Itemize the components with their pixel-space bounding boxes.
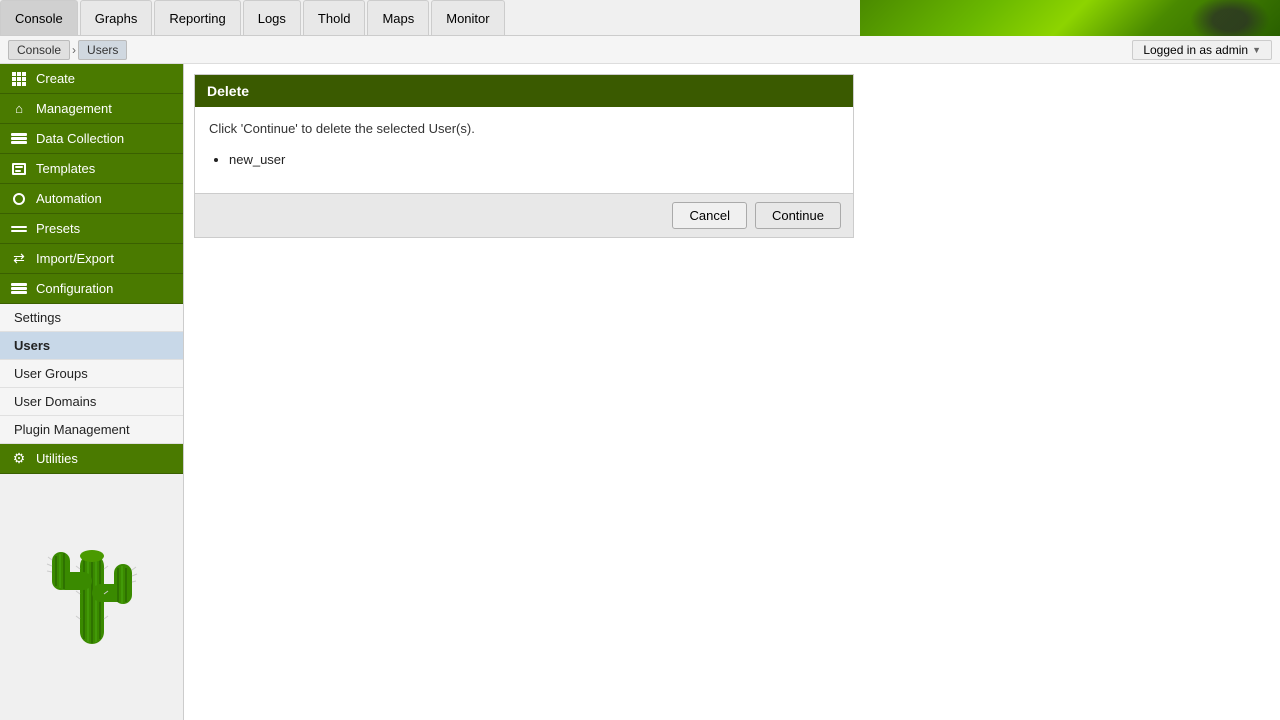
sidebar-item-user-groups[interactable]: User Groups [0, 360, 183, 388]
tab-reporting[interactable]: Reporting [154, 0, 240, 35]
sidebar-section-templates-label: Templates [36, 161, 95, 176]
tab-console[interactable]: Console [0, 0, 78, 35]
delete-header: Delete [195, 75, 853, 107]
delete-footer: Cancel Continue [195, 193, 853, 237]
template-icon [10, 162, 28, 176]
continue-button[interactable]: Continue [755, 202, 841, 229]
tab-thold[interactable]: Thold [303, 0, 366, 35]
main-layout: Create ⌂ Management Data Collection [0, 64, 1280, 720]
circle-icon [10, 192, 28, 206]
sidebar-section-configuration-label: Configuration [36, 281, 113, 296]
top-navigation: Console Graphs Reporting Logs Thold Maps… [0, 0, 1280, 36]
grid-icon [10, 72, 28, 86]
sidebar-section-automation-label: Automation [36, 191, 102, 206]
sidebar-item-plugin-management[interactable]: Plugin Management [0, 416, 183, 444]
tab-maps[interactable]: Maps [367, 0, 429, 35]
sidebar-section-utilities[interactable]: ⚙ Utilities [0, 444, 183, 474]
delete-user-item: new_user [229, 150, 839, 169]
logo-area [860, 0, 1280, 36]
sidebar-section-import-export-label: Import/Export [36, 251, 114, 266]
delete-users-list: new_user [229, 150, 839, 169]
sidebar-section-management[interactable]: ⌂ Management [0, 94, 183, 124]
breadcrumb-console[interactable]: Console [8, 40, 70, 60]
sidebar-section-automation[interactable]: Automation [0, 184, 183, 214]
content-area: Delete Click 'Continue' to delete the se… [184, 64, 1280, 720]
sidebar-item-user-domains[interactable]: User Domains [0, 388, 183, 416]
sidebar-item-users[interactable]: Users [0, 332, 183, 360]
sidebar: Create ⌂ Management Data Collection [0, 64, 184, 720]
sidebar-section-import-export[interactable]: ⇄ Import/Export [0, 244, 183, 274]
layers-icon [10, 132, 28, 146]
tab-monitor[interactable]: Monitor [431, 0, 504, 35]
sidebar-section-templates[interactable]: Templates [0, 154, 183, 184]
tab-logs[interactable]: Logs [243, 0, 301, 35]
nav-tabs: Console Graphs Reporting Logs Thold Maps… [0, 0, 507, 35]
breadcrumb-bar: Console › Users Logged in as admin [0, 36, 1280, 64]
cactus-svg [32, 494, 152, 654]
sidebar-section-management-label: Management [36, 101, 112, 116]
breadcrumb-users[interactable]: Users [78, 40, 127, 60]
logged-in-badge[interactable]: Logged in as admin [1132, 40, 1272, 60]
presets-icon [10, 222, 28, 236]
delete-panel: Delete Click 'Continue' to delete the se… [194, 74, 854, 238]
tab-graphs[interactable]: Graphs [80, 0, 153, 35]
sidebar-section-presets-label: Presets [36, 221, 80, 236]
home-icon: ⌂ [10, 102, 28, 116]
sidebar-section-data-collection[interactable]: Data Collection [0, 124, 183, 154]
sidebar-section-data-collection-label: Data Collection [36, 131, 124, 146]
config-lines-icon [10, 282, 28, 296]
delete-message: Click 'Continue' to delete the selected … [209, 121, 839, 136]
sidebar-section-create-label: Create [36, 71, 75, 86]
arrows-icon: ⇄ [10, 252, 28, 266]
sidebar-section-utilities-label: Utilities [36, 451, 78, 466]
sidebar-section-configuration[interactable]: Configuration [0, 274, 183, 304]
sidebar-section-presets[interactable]: Presets [0, 214, 183, 244]
cactus-logo [0, 484, 183, 664]
delete-body: Click 'Continue' to delete the selected … [195, 107, 853, 193]
sidebar-section-create[interactable]: Create [0, 64, 183, 94]
breadcrumb-separator: › [72, 43, 76, 57]
sidebar-item-settings[interactable]: Settings [0, 304, 183, 332]
gear-icon: ⚙ [10, 452, 28, 466]
cancel-button[interactable]: Cancel [672, 202, 746, 229]
